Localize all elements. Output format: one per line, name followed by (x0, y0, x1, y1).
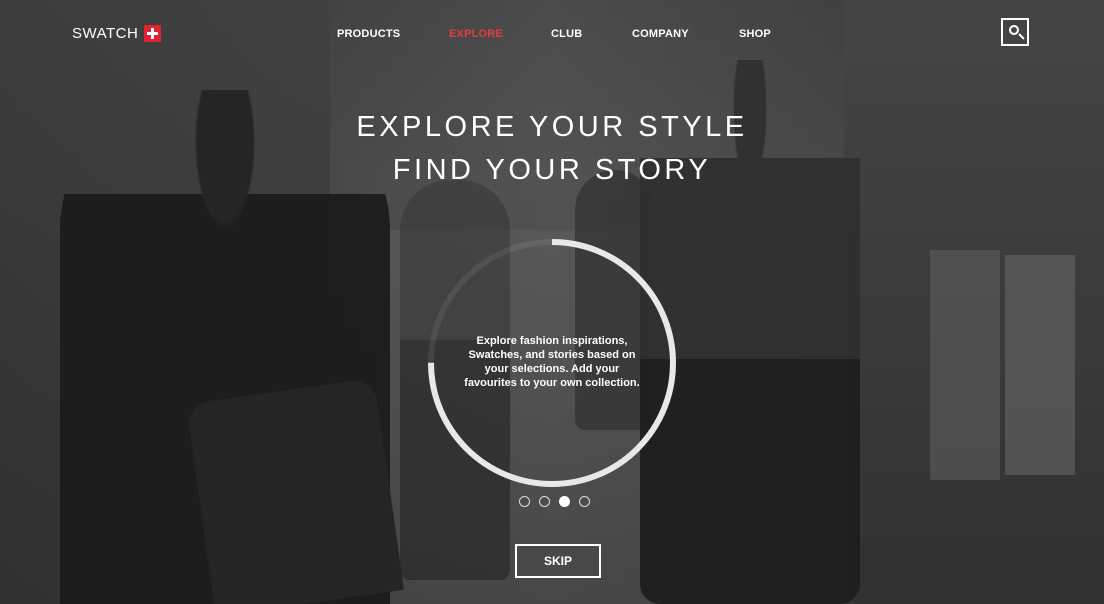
top-navigation: SWATCH PRODUCTS EXPLORE CLUB COMPANY SHO… (0, 0, 1104, 70)
nav-item-products[interactable]: PRODUCTS (337, 28, 400, 40)
pager-dot-4[interactable] (579, 496, 590, 507)
slide-pager (519, 496, 590, 507)
explore-intro-screen: SWATCH PRODUCTS EXPLORE CLUB COMPANY SHO… (0, 0, 1104, 604)
progress-ring: Explore fashion inspirations, Swatches, … (425, 236, 679, 490)
search-icon (1009, 25, 1019, 35)
nav-item-company[interactable]: COMPANY (632, 28, 689, 40)
search-button[interactable] (1001, 18, 1029, 46)
hero-title-line-1: EXPLORE YOUR STYLE (356, 111, 748, 143)
main-menu: PRODUCTS EXPLORE CLUB COMPANY SHOP (0, 28, 1104, 42)
hero-title: EXPLORE YOUR STYLE FIND YOUR STORY (0, 106, 1104, 192)
pager-dot-3[interactable] (559, 496, 570, 507)
nav-item-club[interactable]: CLUB (551, 28, 582, 40)
hero-description: Explore fashion inspirations, Swatches, … (464, 335, 640, 389)
nav-item-shop[interactable]: SHOP (739, 28, 771, 40)
nav-item-explore[interactable]: EXPLORE (449, 28, 503, 40)
hero-title-line-2: FIND YOUR STORY (392, 154, 712, 186)
pager-dot-2[interactable] (539, 496, 550, 507)
skip-button[interactable]: SKIP (515, 544, 601, 578)
pager-dot-1[interactable] (519, 496, 530, 507)
